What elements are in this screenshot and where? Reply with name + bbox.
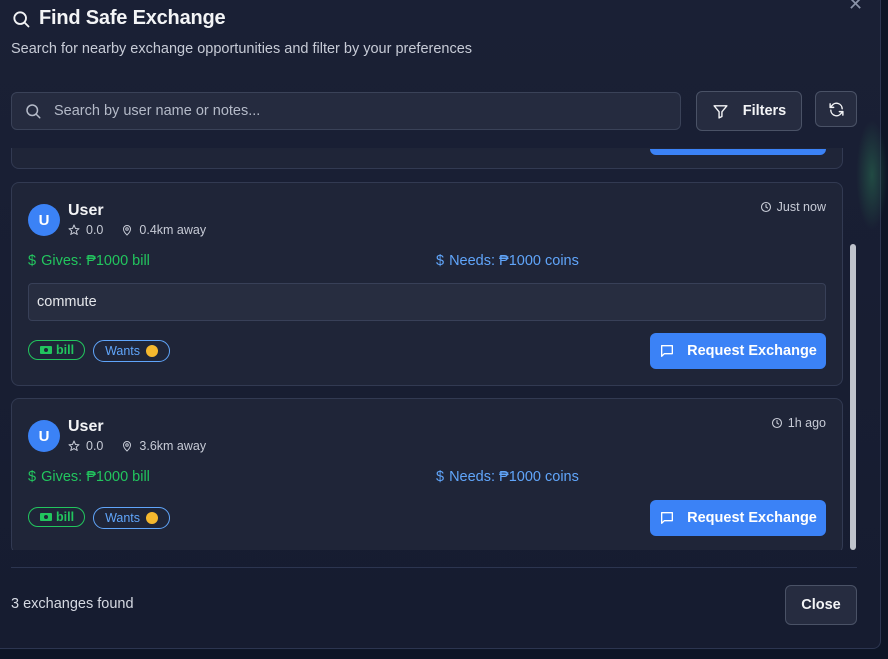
user-meta: 0.0 0.4km away bbox=[68, 223, 206, 237]
needs-info: $ Needs: ₱1000 coins bbox=[436, 469, 579, 485]
bill-tag-label: bill bbox=[56, 343, 75, 357]
find-exchange-dialog: ✕ Find Safe Exchange Search for nearby e… bbox=[0, 0, 888, 649]
gives-text: Gives: ₱1000 bill bbox=[41, 469, 150, 485]
gives-info: $ Gives: ₱1000 bill bbox=[28, 253, 150, 269]
results-count: 3 exchanges found bbox=[11, 596, 134, 612]
user-meta: 0.0 3.6km away bbox=[68, 439, 206, 453]
dialog-title: Find Safe Exchange bbox=[39, 7, 226, 29]
exchange-note: commute bbox=[28, 283, 826, 321]
clock-icon bbox=[771, 417, 783, 429]
distance: 0.4km away bbox=[139, 223, 207, 237]
close-button[interactable]: Close bbox=[785, 585, 857, 625]
exchange-card: U User 0.0 0.4km away Just now $ Gives: … bbox=[11, 182, 843, 386]
needs-info: $ Needs: ₱1000 coins bbox=[436, 253, 579, 269]
scrollbar[interactable] bbox=[849, 148, 857, 550]
wants-tag-label: Wants bbox=[105, 344, 141, 358]
needs-text: Needs: ₱1000 coins bbox=[449, 469, 579, 485]
request-exchange-button[interactable]: Request Exchange bbox=[650, 333, 826, 369]
gives-text: Gives: ₱1000 bill bbox=[41, 253, 150, 269]
cash-icon bbox=[40, 513, 52, 521]
dollar-icon: $ bbox=[436, 253, 445, 269]
exchange-card: U User 0.0 3.6km away 1h ago $ Gives: ₱1… bbox=[11, 398, 843, 550]
avatar: U bbox=[28, 204, 60, 236]
star-icon bbox=[68, 440, 80, 452]
bill-tag: bill bbox=[28, 507, 86, 527]
dollar-icon: $ bbox=[28, 469, 37, 485]
search-icon bbox=[24, 102, 42, 120]
needs-text: Needs: ₱1000 coins bbox=[449, 253, 579, 269]
location-pin-icon bbox=[121, 440, 133, 452]
request-exchange-button[interactable] bbox=[650, 149, 826, 155]
background-glow bbox=[856, 120, 888, 230]
scrollbar-thumb[interactable] bbox=[850, 244, 856, 550]
filters-button[interactable]: Filters bbox=[696, 91, 802, 131]
coin-icon bbox=[146, 512, 159, 524]
message-icon bbox=[659, 510, 675, 526]
filters-label: Filters bbox=[742, 103, 787, 119]
cash-icon bbox=[40, 346, 52, 354]
filter-icon bbox=[712, 103, 729, 120]
message-icon bbox=[659, 343, 675, 359]
request-exchange-label: Request Exchange bbox=[687, 343, 817, 359]
coin-icon bbox=[146, 345, 159, 357]
wants-tag: Wants bbox=[93, 507, 171, 529]
rating-value: 0.0 bbox=[86, 223, 104, 237]
refresh-icon bbox=[828, 101, 845, 118]
wants-tag: Wants bbox=[93, 340, 171, 362]
user-name: User bbox=[68, 202, 104, 219]
user-name: User bbox=[68, 418, 104, 435]
dialog-header: Find Safe Exchange bbox=[11, 7, 226, 30]
gives-info: $ Gives: ₱1000 bill bbox=[28, 469, 150, 485]
tags: bill Wants bbox=[28, 340, 171, 362]
footer-divider bbox=[11, 567, 857, 568]
exchange-card bbox=[11, 148, 843, 169]
time-label: 1h ago bbox=[787, 416, 826, 430]
posted-time: 1h ago bbox=[771, 416, 826, 430]
location-pin-icon bbox=[121, 224, 133, 236]
request-exchange-label: Request Exchange bbox=[687, 510, 817, 526]
rating-value: 0.0 bbox=[86, 439, 104, 453]
clock-icon bbox=[760, 201, 772, 213]
dollar-icon: $ bbox=[436, 469, 445, 485]
search-box[interactable] bbox=[11, 92, 681, 130]
close-icon[interactable]: ✕ bbox=[848, 0, 863, 15]
tags: bill Wants bbox=[28, 507, 171, 529]
distance: 3.6km away bbox=[139, 439, 207, 453]
wants-tag-label: Wants bbox=[105, 511, 141, 525]
refresh-button[interactable] bbox=[815, 91, 857, 127]
exchange-list[interactable]: U User 0.0 0.4km away Just now $ Gives: … bbox=[11, 148, 843, 550]
request-exchange-button[interactable]: Request Exchange bbox=[650, 500, 826, 536]
dialog-subtitle: Search for nearby exchange opportunities… bbox=[11, 41, 473, 57]
bill-tag-label: bill bbox=[56, 510, 75, 524]
posted-time: Just now bbox=[760, 200, 826, 214]
search-input[interactable] bbox=[52, 102, 656, 120]
dollar-icon: $ bbox=[28, 253, 37, 269]
search-icon bbox=[11, 9, 31, 29]
star-icon bbox=[68, 224, 80, 236]
bill-tag: bill bbox=[28, 340, 86, 360]
avatar: U bbox=[28, 420, 60, 452]
time-label: Just now bbox=[776, 200, 826, 214]
